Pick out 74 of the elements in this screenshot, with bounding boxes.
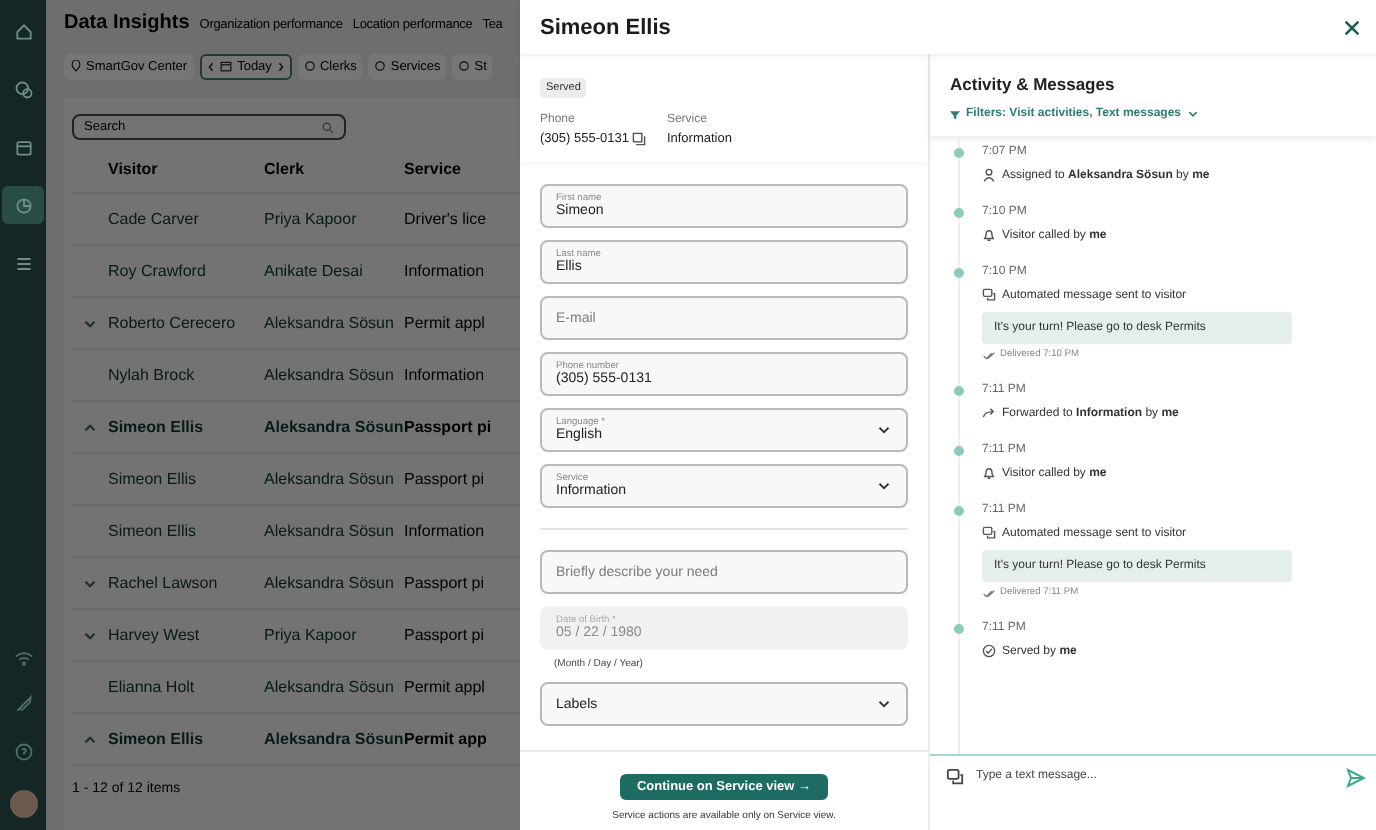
page-title: Data Insights xyxy=(64,12,190,34)
bell-icon xyxy=(982,466,996,480)
column-header[interactable]: Service xyxy=(404,159,520,177)
nav-item[interactable] xyxy=(2,186,44,224)
chevron-left-icon[interactable] xyxy=(207,61,214,71)
bell-icon xyxy=(982,228,996,242)
table-cell-text: Elianna Holt xyxy=(108,678,197,696)
send-icon[interactable] xyxy=(1346,768,1366,788)
calendar-icon xyxy=(13,137,33,157)
calendar-icon xyxy=(219,60,232,72)
help-icon[interactable] xyxy=(13,742,33,762)
table-cell-text: Simeon Ellis xyxy=(108,470,199,488)
table-cell-text: Rachel Lawson xyxy=(108,574,220,592)
table-cell-text: Driver's lice xyxy=(404,210,489,228)
table-cell-text: Anikate Desai xyxy=(264,262,365,280)
table-cell-text: Information xyxy=(404,522,487,540)
table-cell-text: Simeon Ellis xyxy=(108,730,206,748)
table-cell-text: Passport pi xyxy=(404,418,494,436)
forward-arrow-icon xyxy=(982,406,996,420)
table-cell-text: Permit app xyxy=(404,730,489,748)
check-circle-icon xyxy=(982,644,996,658)
table-cell: Aleksandra Sösun xyxy=(264,418,404,436)
table-cell-text: Permit appl xyxy=(404,678,487,696)
chat-icon xyxy=(982,288,996,302)
table-cell-text: Harvey West xyxy=(108,626,202,644)
table-cell-text: Nylah Brock xyxy=(108,366,197,384)
table-cell-text: Priya Kapoor xyxy=(264,626,359,644)
table-cell: Aleksandra Sösun xyxy=(264,730,404,748)
chat-bubbles-icon xyxy=(13,79,33,99)
double-check-icon xyxy=(982,351,996,359)
drawer-title: Simeon Ellis xyxy=(540,15,671,39)
table-cell-text: Priya Kapoor xyxy=(264,210,359,228)
chevron-icon[interactable] xyxy=(84,631,96,639)
table-cell-text: Roy Crawford xyxy=(108,262,208,280)
table-cell-text: Roberto Cerecero xyxy=(108,314,238,332)
chevron-icon[interactable] xyxy=(84,319,96,327)
caret-icon xyxy=(878,482,890,490)
table-cell-text: Simeon Ellis xyxy=(108,522,199,540)
caret-icon xyxy=(878,426,890,434)
chevron-icon[interactable] xyxy=(84,423,96,431)
caret-icon xyxy=(878,700,890,708)
table-cell-text: Aleksandra Sösun xyxy=(264,678,396,696)
funnel-icon xyxy=(950,109,960,119)
chat-icon xyxy=(982,526,996,540)
caret-icon xyxy=(1187,110,1197,118)
home-icon xyxy=(13,21,33,41)
search-icon xyxy=(322,121,334,133)
table-cell-text: Passport pi xyxy=(404,626,487,644)
chat-icon xyxy=(946,768,964,786)
pin-icon xyxy=(70,60,82,72)
table-cell-text: Passport pi xyxy=(404,574,487,592)
table-cell-text: Cade Carver xyxy=(108,210,201,228)
wifi-icon xyxy=(13,650,33,666)
table-cell-text: Aleksandra Sösun xyxy=(264,574,396,592)
double-check-icon xyxy=(982,589,996,597)
table-cell-text: Simeon Ellis xyxy=(108,418,206,436)
table-cell-text: Aleksandra Sösun xyxy=(264,314,396,332)
chevron-icon[interactable] xyxy=(84,735,96,743)
pie-chart-icon xyxy=(13,195,33,215)
column-header[interactable]: Visitor xyxy=(108,159,264,177)
avatar[interactable] xyxy=(9,790,37,818)
section-title: Activity & Messages xyxy=(950,74,1117,94)
copy-icon[interactable] xyxy=(632,132,647,146)
table-cell-text: Information xyxy=(404,262,487,280)
table-cell-text: Aleksandra Sösun xyxy=(264,470,396,488)
chevron-icon[interactable] xyxy=(84,579,96,587)
table-cell-text: Passport pi xyxy=(404,470,487,488)
table-cell-text: Permit appl xyxy=(404,314,487,332)
table-cell-text: Information xyxy=(404,366,487,384)
close-icon[interactable] xyxy=(1344,19,1360,35)
chevron-right-icon[interactable] xyxy=(277,61,284,71)
table-cell-text: Aleksandra Sösun xyxy=(264,366,396,384)
table-cell-text: Aleksandra Sösun xyxy=(264,522,396,540)
column-header[interactable]: Clerk xyxy=(264,159,404,177)
